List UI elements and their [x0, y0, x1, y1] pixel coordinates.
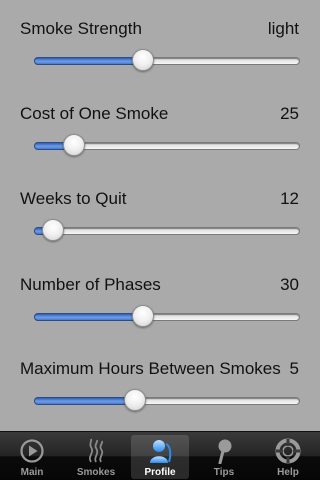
tab-tips[interactable]: Tips [195, 435, 253, 479]
slider-fill [34, 397, 135, 405]
play-icon [20, 439, 44, 463]
slider-thumb[interactable] [132, 305, 154, 327]
setting-label: Maximum Hours Between Smokes [20, 359, 281, 378]
smoke-strength-slider[interactable] [34, 49, 300, 71]
setting-smoke-strength: Smoke Strength light [0, 0, 320, 85]
setting-label: Weeks to Quit [20, 189, 127, 208]
setting-value: light [267, 19, 299, 38]
setting-value: 30 [280, 275, 299, 294]
setting-label: Smoke Strength [20, 19, 142, 38]
setting-cost-of-one-smoke: Cost of One Smoke 25 [0, 85, 320, 170]
pin-icon [218, 439, 232, 464]
slider-thumb[interactable] [124, 389, 146, 411]
tab-bar: Main Smokes Profile Tips Help [0, 431, 320, 480]
tab-main[interactable]: Main [3, 435, 61, 479]
tab-help[interactable]: Help [259, 435, 317, 479]
setting-label: Number of Phases [20, 275, 161, 294]
setting-number-of-phases: Number of Phases 30 [0, 256, 320, 341]
setting-value: 5 [289, 359, 299, 378]
tab-profile[interactable]: Profile [131, 435, 189, 479]
setting-max-hours-between-smokes: Maximum Hours Between Smokes 5 [0, 340, 320, 425]
person-icon [150, 440, 172, 463]
max-hours-slider[interactable] [34, 389, 300, 411]
number-of-phases-slider[interactable] [34, 305, 300, 327]
slider-thumb[interactable] [42, 219, 64, 241]
slider-fill [34, 313, 143, 321]
cost-slider[interactable] [34, 134, 300, 156]
weeks-to-quit-slider[interactable] [34, 219, 300, 241]
profile-settings-panel: Smoke Strength light Cost of One Smoke 2… [0, 0, 320, 430]
slider-thumb[interactable] [63, 134, 85, 156]
setting-weeks-to-quit: Weeks to Quit 12 [0, 170, 320, 255]
tab-smokes[interactable]: Smokes [67, 435, 125, 479]
smoke-icon [88, 438, 104, 463]
tab-label: Smokes [76, 467, 116, 478]
lifebuoy-icon [275, 438, 301, 464]
tab-label: Tips [213, 467, 235, 478]
tab-label: Main [20, 467, 44, 478]
setting-label: Cost of One Smoke [20, 104, 169, 123]
setting-value: 12 [280, 189, 299, 208]
slider-track[interactable] [34, 227, 300, 235]
setting-value: 25 [280, 104, 299, 123]
tab-label: Help [277, 467, 299, 478]
slider-thumb[interactable] [132, 49, 154, 71]
tab-label: Profile [144, 467, 176, 478]
slider-fill [34, 57, 143, 65]
